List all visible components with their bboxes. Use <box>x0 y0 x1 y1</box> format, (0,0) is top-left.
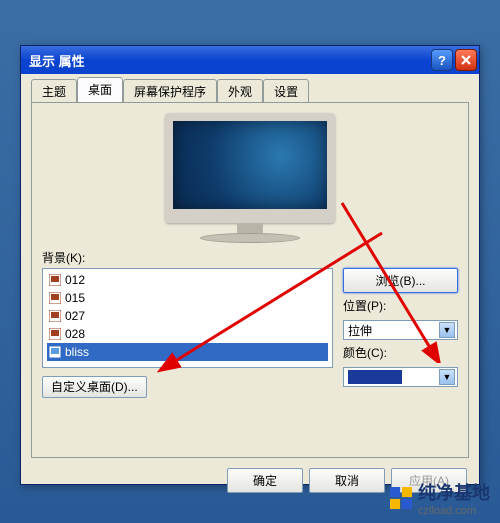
display-properties-dialog: 显示 属性 ? 主题 桌面 屏幕保护程序 外观 设置 背景(K): <box>20 45 480 485</box>
monitor-stand <box>237 223 263 233</box>
color-swatch <box>348 370 402 384</box>
tab-settings[interactable]: 设置 <box>263 79 309 103</box>
list-item-label: 027 <box>65 308 85 324</box>
list-item-label: 012 <box>65 272 85 288</box>
list-item[interactable]: bliss <box>47 343 328 361</box>
browse-button[interactable]: 浏览(B)... <box>343 268 458 293</box>
background-listbox[interactable]: 012 015 027 028 <box>42 268 333 368</box>
watermark: 纯净基地 czlload.com <box>390 479 490 517</box>
bmp-file-icon <box>49 346 61 358</box>
list-item-label: 028 <box>65 326 85 342</box>
watermark-sub: czlload.com <box>418 505 490 517</box>
image-file-icon <box>49 274 61 286</box>
watermark-logo-icon <box>390 487 412 509</box>
position-value: 拉伸 <box>348 322 372 339</box>
position-label: 位置(P): <box>343 297 458 314</box>
monitor-base <box>200 233 300 243</box>
tab-screensaver[interactable]: 屏幕保护程序 <box>123 79 217 103</box>
tab-desktop[interactable]: 桌面 <box>77 77 123 102</box>
tabstrip: 主题 桌面 屏幕保护程序 外观 设置 <box>21 74 479 102</box>
background-label: 背景(K): <box>42 249 333 266</box>
list-item-label: bliss <box>65 344 89 360</box>
titlebar[interactable]: 显示 属性 ? <box>21 46 479 74</box>
cancel-button[interactable]: 取消 <box>309 468 385 493</box>
dialog-title: 显示 属性 <box>29 51 429 70</box>
combo-arrow-icon: ▼ <box>439 369 455 385</box>
tab-themes[interactable]: 主题 <box>31 79 77 103</box>
ok-button[interactable]: 确定 <box>227 468 303 493</box>
watermark-text: 纯净基地 <box>418 483 490 503</box>
image-file-icon <box>49 292 61 304</box>
position-combo[interactable]: 拉伸 ▼ <box>343 320 458 340</box>
color-label: 颜色(C): <box>343 344 458 361</box>
tab-appearance[interactable]: 外观 <box>217 79 263 103</box>
help-button[interactable]: ? <box>431 49 453 71</box>
list-item[interactable]: 028 <box>47 325 328 343</box>
image-file-icon <box>49 328 61 340</box>
close-button[interactable] <box>455 49 477 71</box>
desktop-tab-body: 背景(K): 012 015 027 <box>31 102 469 458</box>
list-item[interactable]: 027 <box>47 307 328 325</box>
preview-screen <box>165 113 335 223</box>
monitor-preview <box>42 113 458 243</box>
list-item[interactable]: 015 <box>47 289 328 307</box>
list-item-label: 015 <box>65 290 85 306</box>
combo-arrow-icon: ▼ <box>439 322 455 338</box>
color-combo[interactable]: ▼ <box>343 367 458 387</box>
list-item[interactable]: 012 <box>47 271 328 289</box>
customize-desktop-button[interactable]: 自定义桌面(D)... <box>42 376 147 398</box>
image-file-icon <box>49 310 61 322</box>
close-icon <box>460 54 472 66</box>
